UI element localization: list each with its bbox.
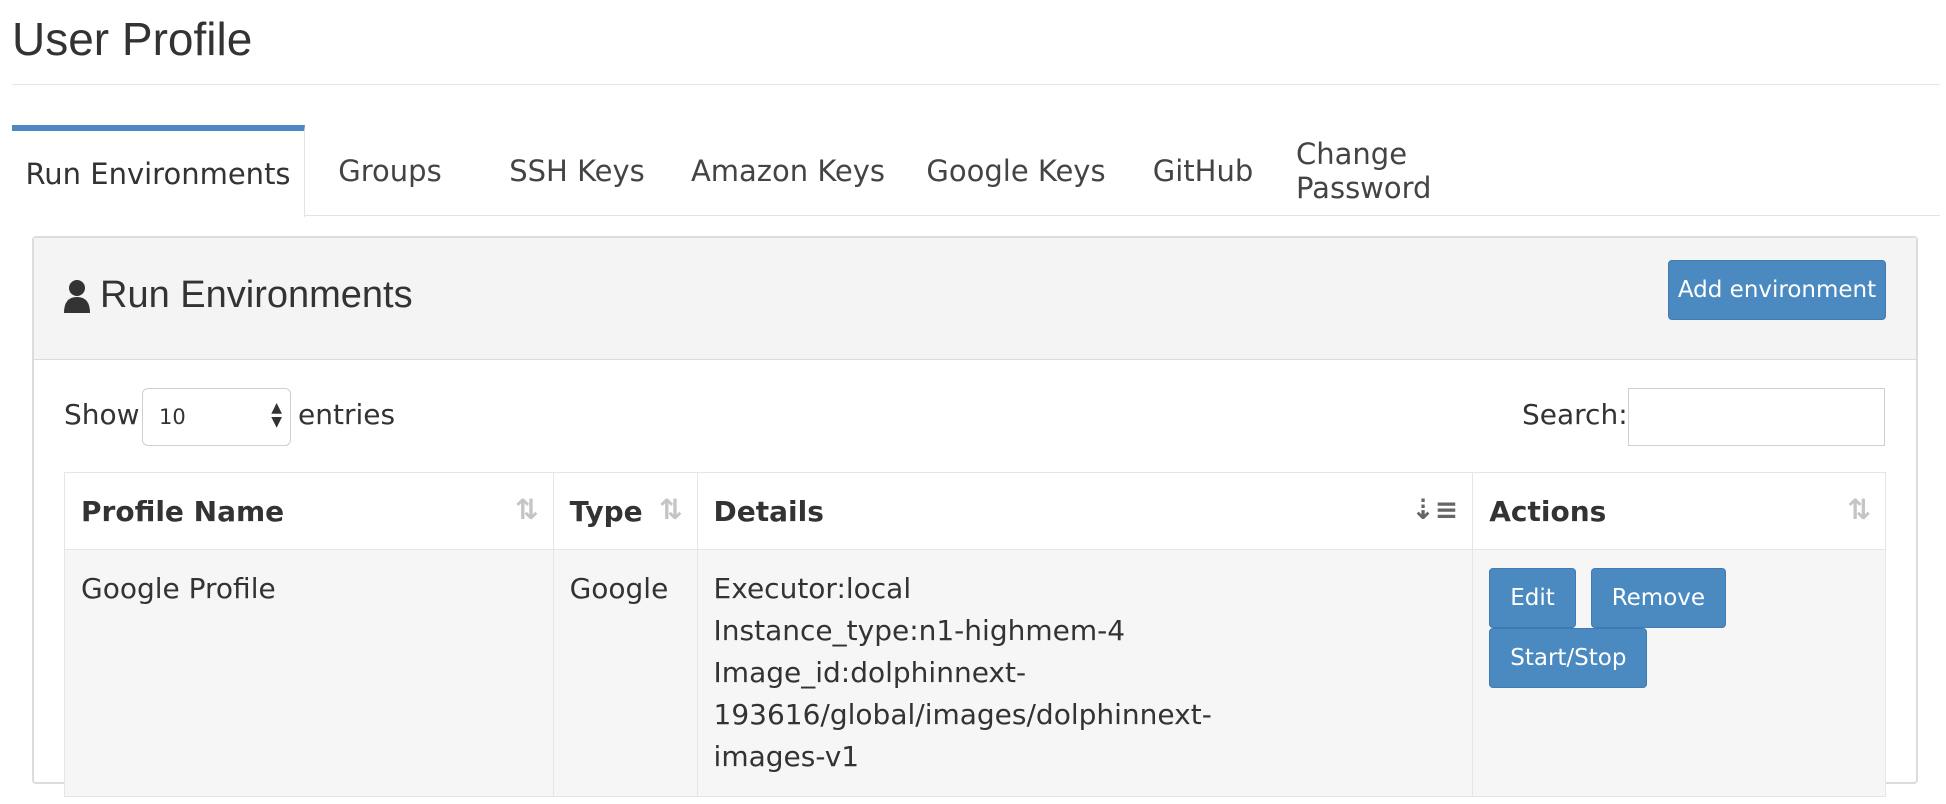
- search-input[interactable]: [1628, 388, 1885, 446]
- profile-tabs: Run Environments Groups SSH Keys Amazon …: [12, 125, 1940, 217]
- environments-table: Profile Name ⇅ Type ⇅ Details ⇣≡ Actions…: [64, 472, 1886, 797]
- detail-image-id: Image_id:dolphinnext-193616/global/image…: [713, 656, 1212, 731]
- entries-label: entries: [298, 398, 396, 431]
- column-header-label: Actions: [1489, 494, 1607, 528]
- table-row: Google Profile Google Executor:local Ins…: [64, 549, 1886, 797]
- title-divider: [12, 84, 1940, 85]
- tab-github[interactable]: GitHub: [1142, 125, 1264, 216]
- page-title: User Profile: [12, 13, 253, 65]
- search-label: Search:: [1522, 398, 1628, 431]
- tab-amazon-keys[interactable]: Amazon Keys: [688, 125, 888, 216]
- panel-title: Run Environments: [64, 274, 413, 317]
- column-header-label: Type: [569, 494, 643, 528]
- cell-profile-name: Google Profile: [64, 549, 554, 797]
- detail-instance-type: Instance_type:n1-highmem-4: [713, 614, 1126, 647]
- sort-icon: ⇅: [515, 493, 539, 526]
- panel-title-text: Run Environments: [100, 274, 413, 316]
- detail-executor: Executor:local: [713, 572, 912, 605]
- entries-select[interactable]: 10 ▲ ▼: [142, 388, 291, 446]
- cell-details: Executor:local Instance_type:n1-highmem-…: [696, 549, 1474, 797]
- select-arrows-icon: ▲ ▼: [271, 400, 282, 430]
- tab-google-keys[interactable]: Google Keys: [920, 125, 1112, 216]
- user-icon: [64, 279, 90, 313]
- tab-run-environments[interactable]: Run Environments: [12, 125, 305, 217]
- show-label: Show: [64, 398, 140, 431]
- cell-type: Google: [552, 549, 698, 797]
- start-stop-button[interactable]: Start/Stop: [1489, 628, 1648, 688]
- column-header-type[interactable]: Type ⇅: [552, 472, 698, 550]
- entries-select-value: 10: [159, 405, 186, 429]
- panel-header: Run Environments Add environment: [34, 238, 1916, 360]
- remove-button[interactable]: Remove: [1590, 568, 1727, 628]
- add-environment-button[interactable]: Add environment: [1668, 260, 1886, 320]
- run-environments-panel: Run Environments Add environment Show 10…: [32, 236, 1918, 797]
- column-header-profile-name[interactable]: Profile Name ⇅: [64, 472, 554, 550]
- cell-actions: Edit Remove Start/Stop: [1472, 549, 1886, 797]
- column-header-details[interactable]: Details ⇣≡: [696, 472, 1474, 550]
- tab-change-password[interactable]: Change Password: [1296, 125, 1548, 216]
- sort-icon: ⇅: [659, 493, 683, 526]
- tab-groups[interactable]: Groups: [325, 125, 455, 216]
- sort-descending-icon: ⇣≡: [1411, 493, 1459, 526]
- column-header-label: Details: [713, 494, 824, 528]
- sort-icon: ⇅: [1847, 493, 1871, 526]
- column-header-actions[interactable]: Actions ⇅: [1472, 472, 1886, 550]
- tab-ssh-keys[interactable]: SSH Keys: [497, 125, 657, 216]
- column-header-label: Profile Name: [81, 494, 285, 528]
- detail-image-id-cont: images-v1: [713, 740, 860, 773]
- edit-button[interactable]: Edit: [1489, 568, 1576, 628]
